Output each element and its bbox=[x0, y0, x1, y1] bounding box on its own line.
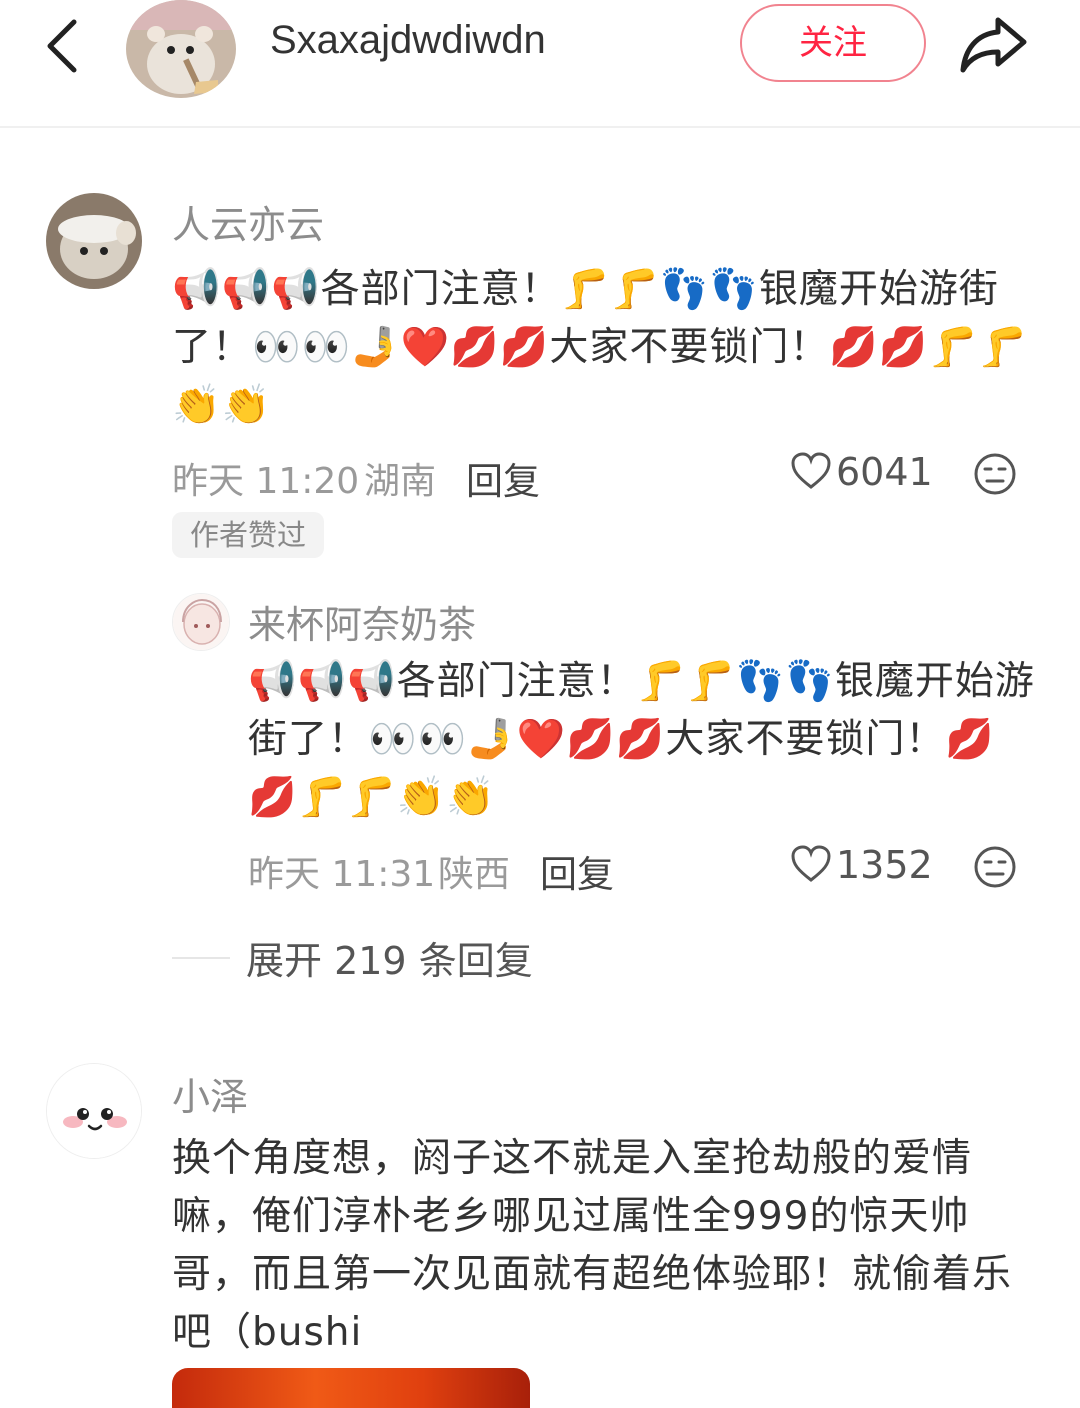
commenter-name[interactable]: 人云亦云 bbox=[172, 194, 324, 249]
comment-time: 昨天 11:20 bbox=[172, 461, 360, 502]
neutral-face-icon bbox=[974, 453, 1016, 495]
chevron-left-icon bbox=[47, 19, 77, 73]
comment-location: 湖南 bbox=[364, 461, 437, 502]
reply-text: 📢📢📢各部门注意！🦵🦵👣👣银魔开始游街了！👀👀🤳❤️💋💋大家不要锁门！💋💋🦵🦵👏… bbox=[248, 659, 1035, 820]
top-bar: Sxaxajdwdiwdn 关注 bbox=[0, 0, 1080, 128]
reply-avatar[interactable] bbox=[172, 593, 230, 651]
reply-location: 陕西 bbox=[438, 854, 511, 895]
reaction-button[interactable] bbox=[973, 452, 1017, 496]
commenter-avatar[interactable] bbox=[46, 1063, 142, 1159]
reply-user-name[interactable]: 来杯阿奈奶茶 bbox=[248, 594, 476, 649]
like-button[interactable]: 6041 bbox=[790, 450, 933, 494]
share-button[interactable] bbox=[958, 12, 1030, 76]
follow-button[interactable]: 关注 bbox=[740, 4, 926, 82]
comment-text: 📢📢📢各部门注意！🦵🦵👣👣银魔开始游街了！👀👀🤳❤️💋💋大家不要锁门！💋💋🦵🦵👏… bbox=[172, 267, 1028, 428]
comment-image[interactable] bbox=[172, 1368, 530, 1408]
expand-replies-label: 展开 219 条回复 bbox=[246, 939, 533, 983]
like-button[interactable]: 1352 bbox=[790, 843, 933, 887]
author-liked-badge: 作者赞过 bbox=[172, 512, 325, 558]
comment-text: 换个角度想，阏子这不就是入室抢劫般的爱情嘛，俺们淳朴老乡哪见过属性全999的惊天… bbox=[172, 1136, 1013, 1355]
heart-outline-icon bbox=[791, 845, 831, 882]
author-avatar[interactable] bbox=[126, 0, 236, 98]
divider bbox=[172, 957, 230, 959]
like-count: 1352 bbox=[836, 843, 933, 887]
share-arrow-icon bbox=[960, 17, 1027, 73]
reply-button[interactable]: 回复 bbox=[540, 844, 614, 898]
reply-button[interactable]: 回复 bbox=[466, 451, 540, 505]
back-button[interactable] bbox=[40, 18, 88, 74]
heart-outline-icon bbox=[791, 452, 831, 489]
neutral-face-icon bbox=[974, 846, 1016, 888]
commenter-avatar[interactable] bbox=[46, 193, 142, 289]
reply-time: 昨天 11:31 bbox=[248, 854, 436, 895]
like-count: 6041 bbox=[836, 450, 933, 494]
commenter-name[interactable]: 小泽 bbox=[172, 1066, 248, 1121]
reaction-button[interactable] bbox=[973, 845, 1017, 889]
author-name[interactable]: Sxaxajdwdiwdn bbox=[270, 18, 546, 63]
